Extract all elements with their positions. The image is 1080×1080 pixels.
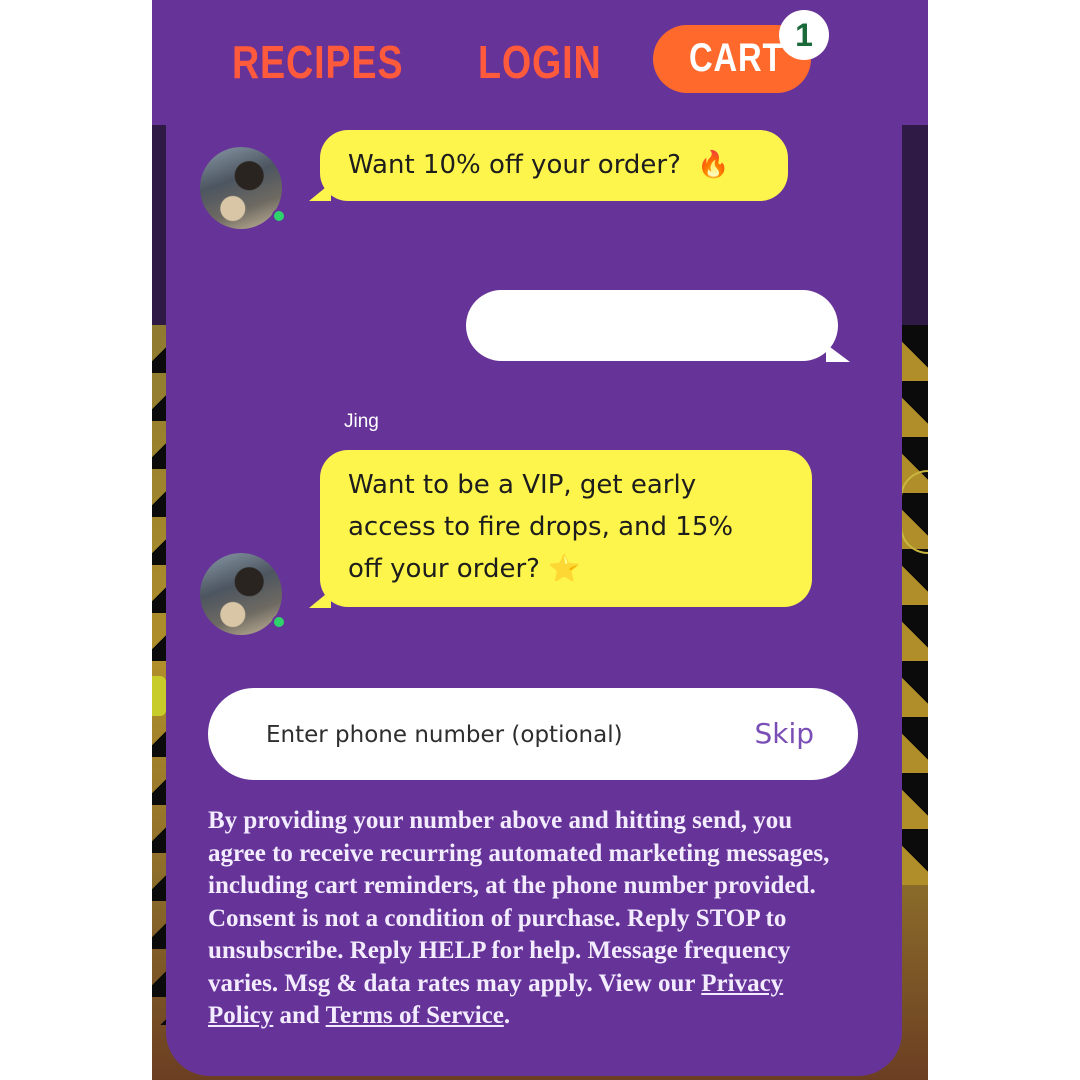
nav-recipes-link[interactable]: RECIPES xyxy=(232,36,403,88)
online-status-dot xyxy=(272,209,286,223)
background-script-mark xyxy=(900,470,928,554)
chat-message-line: Want to be a VIP, get early xyxy=(348,470,697,500)
cart-label: CART xyxy=(689,36,784,80)
site-header: RECIPES LOGIN CART 1 xyxy=(152,0,928,125)
chat-message-line: access to fire drops, and 15% xyxy=(348,512,734,542)
legal-disclaimer: By providing your number above and hitti… xyxy=(208,805,848,1033)
legal-end: . xyxy=(503,1002,511,1029)
background-zigzag-right xyxy=(898,325,928,885)
legal-text: By providing your number above and hitti… xyxy=(208,807,830,997)
sender-name: Jing xyxy=(344,411,379,432)
chat-message-line: off your order? ⭐ xyxy=(348,554,581,584)
background-letter-mark xyxy=(152,676,166,716)
popup-stage: RECIPES LOGIN CART 1 Want 10% off your o… xyxy=(152,0,928,1080)
chat-bubble-vip-offer: Want to be a VIP, get early access to fi… xyxy=(320,450,812,607)
phone-field: Skip xyxy=(208,688,858,780)
agent-avatar xyxy=(200,553,282,635)
bubble-tail xyxy=(826,344,850,362)
cart-count-badge: 1 xyxy=(779,10,829,60)
chat-sheet: Want 10% off your order? 🔥 Jing Want to … xyxy=(166,125,902,1076)
agent-avatar xyxy=(200,147,282,229)
online-status-dot xyxy=(272,615,286,629)
skip-button[interactable]: Skip xyxy=(754,714,814,754)
star-icon: ⭐ xyxy=(547,554,581,584)
fire-icon: 🔥 xyxy=(697,150,730,180)
legal-connector: and xyxy=(279,1002,320,1029)
chat-bubble-offer: Want 10% off your order? 🔥 xyxy=(320,130,788,201)
terms-of-service-link[interactable]: Terms of Service xyxy=(326,1002,504,1029)
chat-message-text: Want 10% off your order? xyxy=(348,150,681,180)
nav-login-link[interactable]: LOGIN xyxy=(478,36,602,88)
phone-number-input[interactable] xyxy=(264,710,688,760)
chat-bubble-user-reply xyxy=(466,290,838,361)
